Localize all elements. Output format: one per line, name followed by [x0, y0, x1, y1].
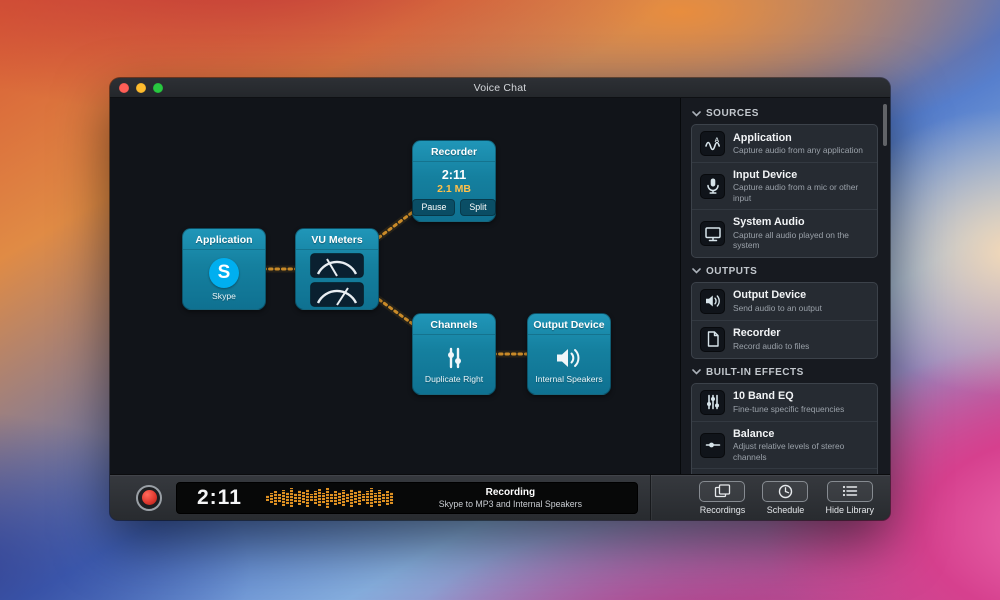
- section-title: SOURCES: [706, 108, 759, 119]
- block-recorder[interactable]: Recorder 2:11 2.1 MB Pause Split: [412, 140, 496, 222]
- record-dot-icon: [142, 490, 157, 505]
- footer-buttons: Recordings Schedule: [699, 481, 878, 515]
- item-desc: Capture all audio played on the system: [733, 230, 868, 251]
- library-item-bass-treble[interactable]: Bass & Treble: [692, 468, 877, 474]
- outputs-panel: Output Device Send audio to an output: [691, 282, 878, 359]
- block-title: Channels: [413, 314, 495, 335]
- block-title: Output Device: [528, 314, 610, 335]
- block-title: Application: [183, 229, 265, 250]
- recording-status-detail: Skype to MP3 and Internal Speakers: [439, 499, 582, 509]
- speaker-icon: [554, 345, 584, 371]
- record-button[interactable]: [136, 485, 162, 511]
- block-channels-label: Duplicate Right: [425, 374, 483, 384]
- section-title: BUILT-IN EFFECTS: [706, 367, 804, 378]
- effects-panel: 10 Band EQ Fine-tune specific frequencie…: [691, 383, 878, 474]
- equalizer-icon: [700, 390, 725, 415]
- channel-sliders-icon: [441, 345, 467, 371]
- item-desc: Capture audio from a mic or other input: [733, 182, 868, 203]
- library-item-output-device[interactable]: Output Device Send audio to an output: [692, 283, 877, 320]
- vu-meter-icon: [310, 282, 364, 307]
- footer-divider: [650, 475, 651, 520]
- block-application[interactable]: Application S Skype: [182, 228, 266, 310]
- vu-meter-icon: [310, 253, 364, 278]
- recordings-button[interactable]: Recordings: [699, 481, 745, 515]
- library-item-system-audio[interactable]: System Audio Capture all audio played on…: [692, 209, 877, 256]
- effects-section-header[interactable]: BUILT-IN EFFECTS: [691, 359, 878, 383]
- recording-status-title: Recording: [486, 487, 535, 498]
- recorder-elapsed-time: 2:11: [442, 168, 466, 182]
- block-output-device[interactable]: Output Device Internal Speakers: [527, 313, 611, 395]
- balance-slider-icon: [700, 433, 725, 458]
- item-desc: Send audio to an output: [733, 303, 822, 314]
- block-app-label: Skype: [212, 291, 236, 301]
- library-item-10-band-eq[interactable]: 10 Band EQ Fine-tune specific frequencie…: [692, 384, 877, 421]
- window-title: Voice Chat: [110, 82, 890, 94]
- app-window: Voice Chat: [110, 78, 890, 520]
- pipeline-canvas[interactable]: Application S Skype VU Meters: [110, 98, 680, 474]
- speaker-icon: [700, 289, 725, 314]
- waveform: [266, 487, 393, 509]
- chevron-down-icon: [692, 111, 701, 117]
- item-name: Balance: [733, 428, 868, 441]
- recordings-icon: [714, 484, 731, 498]
- file-icon: [700, 327, 725, 352]
- section-title: OUTPUTS: [706, 266, 757, 277]
- item-name: Application: [733, 132, 863, 145]
- schedule-button[interactable]: Schedule: [762, 481, 808, 515]
- item-name: Input Device: [733, 169, 868, 182]
- block-title: VU Meters: [296, 229, 378, 250]
- clock-icon: [778, 484, 793, 499]
- item-desc: Record audio to files: [733, 341, 809, 352]
- recording-timer: 2:11: [197, 486, 242, 510]
- block-channels[interactable]: Channels Duplicate Right: [412, 313, 496, 395]
- outputs-section-header[interactable]: OUTPUTS: [691, 258, 878, 282]
- library-sidebar[interactable]: SOURCES A Application Capture audio from: [680, 98, 890, 474]
- recorder-file-size: 2.1 MB: [437, 183, 471, 195]
- item-desc: Fine-tune specific frequencies: [733, 404, 844, 415]
- item-name: System Audio: [733, 216, 868, 229]
- library-item-recorder[interactable]: Recorder Record audio to files: [692, 320, 877, 358]
- item-desc: Adjust relative levels of stereo channel…: [733, 441, 868, 462]
- svg-text:A: A: [714, 137, 719, 144]
- block-output-label: Internal Speakers: [535, 374, 602, 384]
- status-footer: 2:11 Recording Skype to MP3 and Internal…: [110, 474, 890, 520]
- pause-button[interactable]: Pause: [412, 199, 455, 216]
- hide-library-button[interactable]: Hide Library: [825, 481, 874, 515]
- chevron-down-icon: [692, 268, 701, 274]
- sidebar-scrollbar[interactable]: [883, 104, 887, 146]
- library-item-input-device[interactable]: Input Device Capture audio from a mic or…: [692, 162, 877, 209]
- chevron-down-icon: [692, 369, 701, 375]
- sources-panel: A Application Capture audio from any app…: [691, 124, 878, 258]
- sources-section-header[interactable]: SOURCES: [691, 100, 878, 124]
- block-title: Recorder: [413, 141, 495, 162]
- library-item-application[interactable]: A Application Capture audio from any app…: [692, 125, 877, 162]
- microphone-icon: [700, 174, 725, 199]
- split-button[interactable]: Split: [460, 199, 495, 216]
- application-icon: A: [700, 131, 725, 156]
- desktop-wallpaper: Voice Chat: [0, 0, 1000, 600]
- skype-icon: S: [209, 258, 239, 288]
- library-item-balance[interactable]: Balance Adjust relative levels of stereo…: [692, 421, 877, 468]
- recording-display: 2:11 Recording Skype to MP3 and Internal…: [176, 482, 638, 514]
- block-vu-meters[interactable]: VU Meters: [295, 228, 379, 310]
- list-icon: [842, 485, 858, 497]
- item-name: Output Device: [733, 289, 822, 302]
- window-titlebar[interactable]: Voice Chat: [110, 78, 890, 98]
- item-name: Recorder: [733, 327, 809, 340]
- item-name: 10 Band EQ: [733, 390, 844, 403]
- item-desc: Capture audio from any application: [733, 145, 863, 156]
- display-icon: [700, 221, 725, 246]
